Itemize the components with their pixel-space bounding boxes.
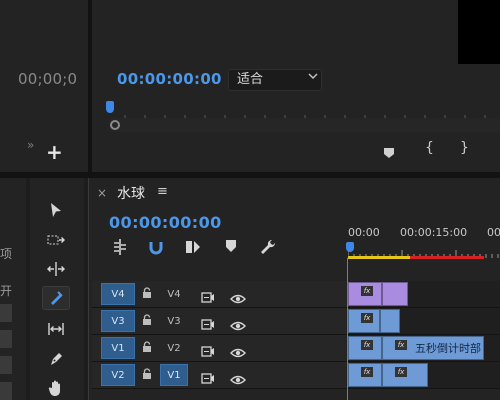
fx-badge: fx <box>361 340 373 350</box>
track-select-tool-icon[interactable] <box>42 228 70 252</box>
sync-lock-icon[interactable] <box>201 342 215 361</box>
ruler-label: 00:00 <box>348 226 380 239</box>
panel-menu-icon[interactable]: ≡ <box>157 184 168 199</box>
lock-icon[interactable] <box>142 368 152 383</box>
sync-lock-icon[interactable] <box>201 315 215 334</box>
pen-tool-icon[interactable] <box>42 347 70 371</box>
linked-selection-icon[interactable] <box>184 238 202 256</box>
list-item[interactable] <box>0 304 12 322</box>
eye-icon[interactable] <box>230 316 246 335</box>
text-clip[interactable]: fx 五秒倒计时部 <box>382 336 484 360</box>
wrench-icon[interactable] <box>259 238 277 256</box>
program-video-frame <box>458 0 500 64</box>
razor-tool-icon[interactable] <box>42 286 70 310</box>
mark-out-button[interactable]: } <box>460 140 469 156</box>
nest-sequence-icon[interactable] <box>111 238 129 256</box>
lock-icon[interactable] <box>142 341 152 356</box>
chevron-down-icon[interactable] <box>308 70 318 83</box>
timeline-playhead[interactable] <box>346 242 354 252</box>
sync-lock-icon[interactable] <box>201 369 215 388</box>
zoom-handle[interactable] <box>110 120 120 130</box>
more-controls-icon[interactable]: » <box>27 138 34 152</box>
program-timecode[interactable]: 00:00:00:00 <box>117 70 222 88</box>
lock-icon[interactable] <box>142 287 152 302</box>
list-item[interactable] <box>0 382 12 400</box>
program-playhead[interactable] <box>106 101 114 113</box>
clip[interactable]: fx <box>348 336 382 360</box>
track-divider <box>92 307 500 308</box>
ripple-edit-tool-icon[interactable] <box>42 257 70 281</box>
track-target[interactable]: V2 <box>160 337 188 359</box>
panel-divider <box>88 0 92 172</box>
source-patch[interactable]: V1 <box>101 337 135 359</box>
clip-label: 五秒倒计时部 <box>415 342 481 355</box>
clip[interactable] <box>382 282 408 306</box>
fx-badge: fx <box>361 313 373 323</box>
list-item[interactable] <box>0 356 12 374</box>
fx-badge: fx <box>395 340 407 350</box>
eye-icon[interactable] <box>230 343 246 362</box>
clip[interactable]: fx <box>382 363 428 387</box>
slip-tool-icon[interactable] <box>42 317 70 341</box>
clip[interactable]: fx <box>348 309 380 333</box>
ruler-label: 00:00:15:00 <box>400 226 468 239</box>
track-target[interactable]: V3 <box>160 310 188 332</box>
source-patch[interactable]: V3 <box>101 310 135 332</box>
source-patch[interactable]: V4 <box>101 283 135 305</box>
track-divider <box>92 388 500 389</box>
source-timecode[interactable]: 00;00;0 <box>18 70 77 88</box>
sequence-tab-title[interactable]: 水球 <box>117 183 145 203</box>
track-target[interactable]: V1 <box>160 364 188 386</box>
marker-icon[interactable] <box>383 144 395 163</box>
snap-icon[interactable] <box>147 238 165 256</box>
selection-tool-icon[interactable] <box>42 198 70 222</box>
project-panel-text: 项 <box>0 247 13 261</box>
render-status-bar <box>410 256 484 259</box>
add-button[interactable]: + <box>46 140 63 164</box>
track-divider <box>92 361 500 362</box>
eye-icon[interactable] <box>230 289 246 308</box>
eye-icon[interactable] <box>230 370 246 389</box>
source-patch[interactable]: V2 <box>101 364 135 386</box>
fx-badge: fx <box>361 367 373 377</box>
fx-badge: fx <box>395 367 407 377</box>
track-target[interactable]: V4 <box>160 283 188 305</box>
lock-icon[interactable] <box>142 314 152 329</box>
program-scrub-bar[interactable] <box>110 118 500 132</box>
timeline-timecode[interactable]: 00:00:00:00 <box>109 213 222 232</box>
list-item[interactable] <box>0 330 12 348</box>
add-marker-icon[interactable] <box>224 238 242 256</box>
work-area-bar[interactable] <box>348 256 410 259</box>
clip[interactable]: fx <box>348 282 382 306</box>
hand-tool-icon[interactable] <box>42 376 70 400</box>
ruler-label: 00 <box>487 226 500 239</box>
sync-lock-icon[interactable] <box>201 288 215 307</box>
clip[interactable] <box>380 309 400 333</box>
playhead-line <box>347 258 348 400</box>
close-icon[interactable]: × <box>97 186 107 200</box>
track-divider <box>92 334 500 335</box>
clip[interactable]: fx <box>348 363 382 387</box>
mark-in-button[interactable]: { <box>425 140 434 156</box>
fx-badge: fx <box>361 286 373 296</box>
project-panel-text: 开 <box>0 284 13 298</box>
